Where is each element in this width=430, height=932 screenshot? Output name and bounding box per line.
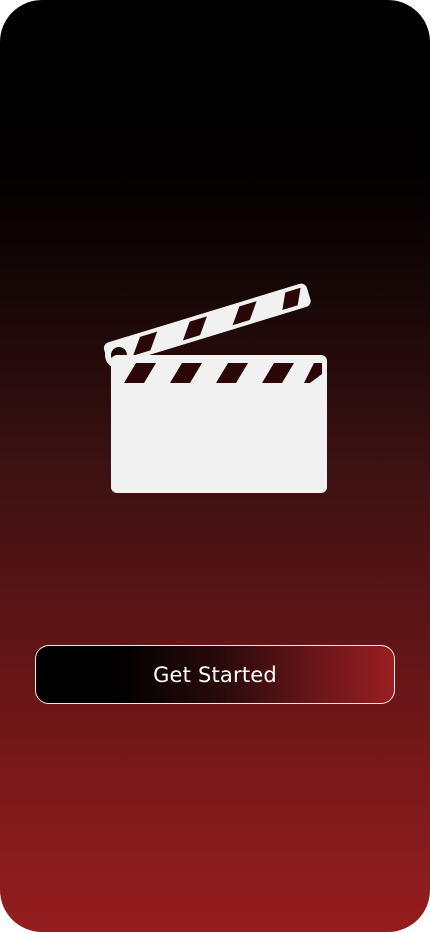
clapperboard-icon: [100, 266, 330, 498]
get-started-button[interactable]: Get Started: [35, 645, 395, 704]
welcome-screen: Get Started: [0, 0, 430, 932]
get-started-label: Get Started: [153, 662, 277, 687]
